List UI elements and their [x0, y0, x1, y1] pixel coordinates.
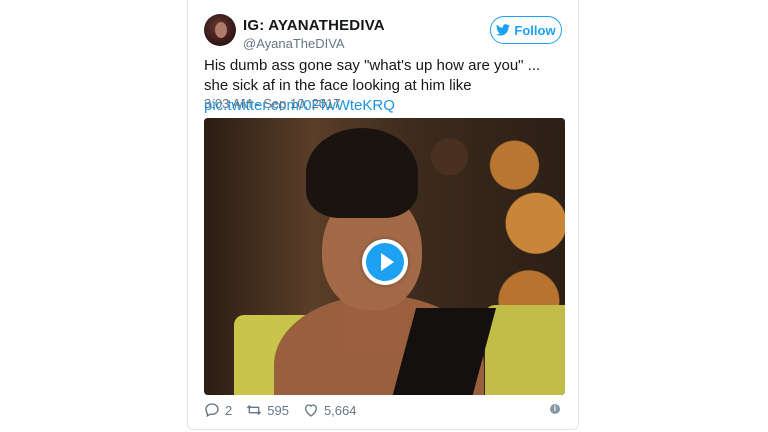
like-count: 5,664 [323, 402, 357, 418]
timestamp[interactable]: 3:03 AM - Sep 10, 2017 [204, 96, 341, 111]
avatar[interactable] [204, 14, 236, 46]
reply-count: 2 [225, 402, 233, 418]
thumbnail-figure-hair [306, 128, 418, 218]
tweet-card: IG: AYANATHEDIVA @AyanaTheDIVA Follow Hi… [187, 0, 579, 430]
display-name[interactable]: IG: AYANATHEDIVA [243, 17, 385, 34]
follow-button[interactable]: Follow [490, 16, 562, 44]
retweet-count: 595 [267, 402, 289, 418]
heart-icon [304, 404, 317, 417]
reply-icon [205, 403, 219, 418]
play-triangle [380, 253, 394, 271]
tweet-text-main: His dumb ass gone say "what's up how are… [204, 57, 541, 94]
like-action[interactable]: 5,664 [303, 402, 357, 418]
avatar-face [215, 22, 227, 38]
play-button[interactable] [362, 239, 408, 285]
video-thumbnail[interactable] [204, 118, 565, 395]
info-icon[interactable]: i [550, 404, 560, 414]
retweet-icon [247, 405, 262, 415]
user-handle[interactable]: @AyanaTheDIVA [243, 36, 345, 51]
thumbnail-sofa-right [485, 305, 565, 395]
reply-action[interactable]: 2 [204, 402, 232, 418]
retweet-action[interactable]: 595 [246, 402, 289, 418]
play-icon [366, 243, 404, 281]
twitter-bird-icon [496, 24, 511, 36]
follow-label: Follow [514, 22, 556, 38]
tweet-actions: 2 595 5,664 [204, 402, 370, 418]
